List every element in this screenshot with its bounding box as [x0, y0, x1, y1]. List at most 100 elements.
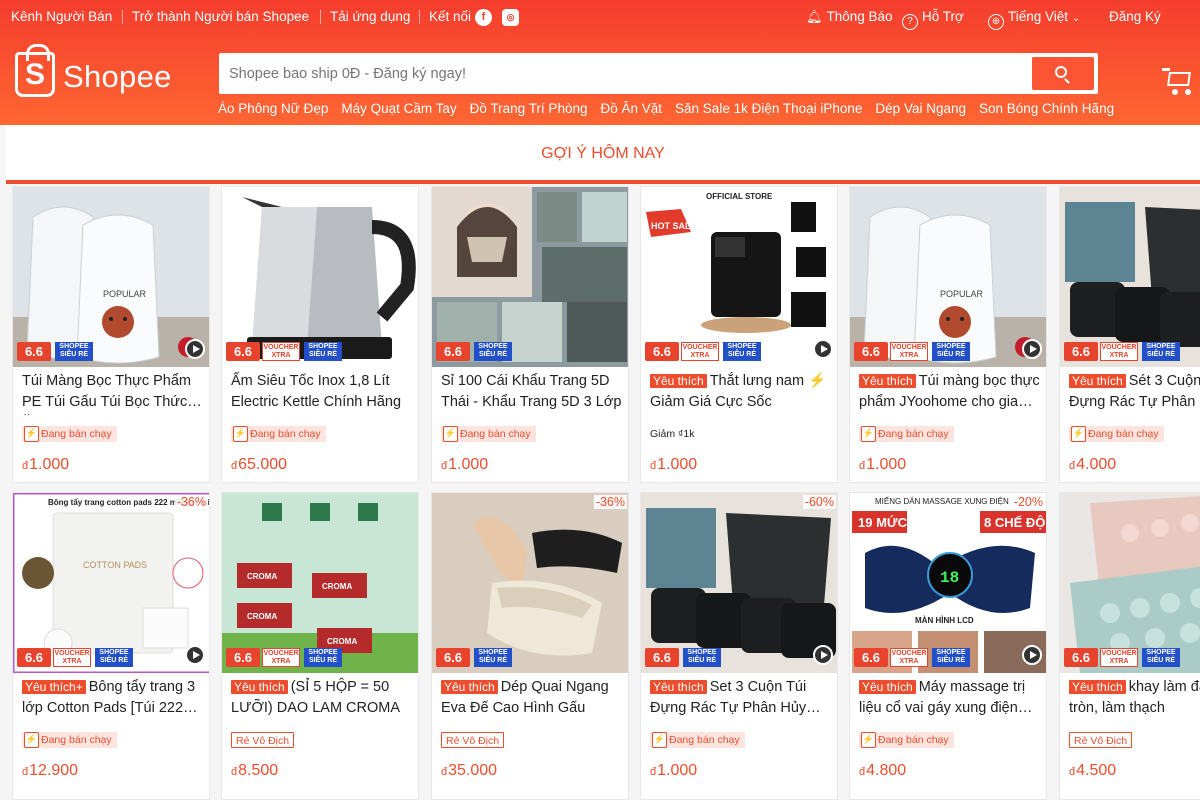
trash-bags-image[interactable]: 6.6 VOUCHER XTRA SHOPEE SIÊU RẺ: [1060, 187, 1200, 367]
trash-bags-image[interactable]: -60% 6.6 SHOPEE SIÊU RẺ: [641, 493, 837, 673]
sale-6-6-badge: 6.6: [854, 648, 888, 667]
sale-6-6-badge: 6.6: [17, 648, 51, 667]
become-seller-link[interactable]: Trở thành Người bán Shopee: [132, 9, 309, 24]
massager-image[interactable]: MIẾNG DÁN MASSAGE XUNG ĐIỆN 19 MỨC 8 CHẾ…: [850, 493, 1046, 673]
product-card[interactable]: 6.6 VOUCHER XTRA SHOPEE SIÊU RẺ Yêu thíc…: [1059, 186, 1200, 483]
svg-text:MIẾNG DÁN MASSAGE XUNG ĐIỆN: MIẾNG DÁN MASSAGE XUNG ĐIỆN: [875, 496, 1009, 506]
product-title[interactable]: Yêu thích Dép Quai Ngang Eva Đế Cao Hình …: [441, 677, 623, 721]
currency-symbol: đ: [859, 766, 866, 778]
product-title[interactable]: Yêu thích Máy massage trị liệu cổ vai gáy…: [859, 677, 1041, 721]
product-card[interactable]: CROMA CROMA CROMA CROMA 6.6 VOUCHER XTRA…: [221, 492, 419, 800]
nav-divider: [122, 10, 123, 24]
electric-kettle-image[interactable]: 6.6 VOUCHER XTRA SHOPEE SIÊU RẺ: [222, 187, 418, 367]
slippers-image[interactable]: -36% 6.6 SHOPEE SIÊU RẺ: [432, 493, 628, 673]
svg-text:HOT SALE 15k: HOT SALE 15k: [651, 221, 715, 231]
product-title[interactable]: Yêu thích Set 3 Cuộn Túi Đựng Rác Tự Phân…: [650, 677, 832, 721]
product-title[interactable]: Yêu thíchkhay làm đá viên tròn, làm thạc…: [1069, 677, 1200, 721]
product-price: đ1.000: [22, 456, 69, 474]
logo-letter: S: [24, 58, 45, 91]
video-play-icon[interactable]: [813, 339, 833, 359]
shopee-sieu-re-badge: SHOPEE SIÊU RẺ: [683, 648, 721, 667]
product-price: đ4.000: [1069, 456, 1116, 474]
price-value: 1.000: [657, 456, 698, 473]
product-tag: Đang bán chạy: [22, 426, 117, 442]
voucher-xtra-badge: VOUCHER XTRA: [681, 342, 719, 361]
bell-icon: 🔔︎: [806, 9, 823, 24]
facebook-icon[interactable]: f: [475, 9, 492, 26]
product-title[interactable]: Yêu thích Túi màng bọc thực phẩm JYoohome…: [859, 371, 1041, 415]
favorite-badge: Yêu thích: [231, 680, 288, 694]
product-price: đ4.800: [859, 762, 906, 780]
product-tag: Đang bán chạy: [1069, 426, 1164, 442]
video-play-icon[interactable]: [185, 645, 205, 665]
support-link[interactable]: ? Hỗ Trợ: [902, 9, 964, 30]
product-tag: Rẻ Vô Địch: [1069, 732, 1133, 748]
product-card[interactable]: 6.6 SHOPEE SIÊU RẺ Sỉ 100 Cái Khẩu Trang…: [431, 186, 629, 483]
search-icon: [1055, 66, 1067, 78]
product-card[interactable]: MIẾNG DÁN MASSAGE XUNG ĐIỆN 19 MỨC 8 CHẾ…: [849, 492, 1047, 800]
suggestion-link[interactable]: Dép Vai Ngang: [875, 101, 966, 116]
product-title[interactable]: Túi Màng Bọc Thực Phẩm PE Túi Gấu Túi Bọ…: [22, 371, 204, 415]
leather-belts-image[interactable]: OFFICIAL STORE HOT SALE 15k 6.6 VOUCHER …: [641, 187, 837, 367]
suggestion-link[interactable]: Đồ Ăn Vặt: [600, 101, 662, 116]
product-card[interactable]: POPULAR 6.6 VOUCHER XTRA SHOPEE SIÊU RẺ …: [849, 186, 1047, 483]
sale-6-6-badge: 6.6: [436, 648, 470, 667]
product-card[interactable]: POPULAR 6.6 SHOPEE SIÊU RẺ Túi Màng Bọc …: [12, 186, 210, 483]
suggestion-link[interactable]: Áo Phông Nữ Đẹp: [218, 101, 328, 116]
register-link[interactable]: Đăng Ký: [1109, 9, 1161, 24]
svg-text:19 MỨC: 19 MỨC: [858, 515, 908, 530]
svg-text:CROMA: CROMA: [322, 582, 352, 591]
product-price: đ1.000: [650, 762, 697, 780]
download-app-link[interactable]: Tải ứng dụng: [330, 9, 410, 24]
product-card[interactable]: Bông tẩy trang cotton pads 222 miếng / t…: [12, 492, 210, 800]
product-card[interactable]: -36% 6.6 SHOPEE SIÊU RẺ Yêu thích Dép Qua…: [431, 492, 629, 800]
favorite-badge: Yêu thích: [441, 680, 498, 694]
help-icon: ?: [902, 14, 918, 30]
product-title[interactable]: Sỉ 100 Cái Khẩu Trang 5D Thái - Khẩu Tra…: [441, 371, 623, 415]
product-title-text: Túi Màng Bọc Thực Phẩm PE Túi Gấu Túi Bọ…: [22, 373, 192, 410]
food-wrap-bags-image[interactable]: POPULAR 6.6 SHOPEE SIÊU RẺ: [13, 187, 209, 367]
video-play-icon[interactable]: [1022, 645, 1042, 665]
product-card[interactable]: -60% 6.6 SHOPEE SIÊU RẺ Yêu thích Set 3 C…: [640, 492, 838, 800]
suggestion-link[interactable]: Đồ Trang Trí Phòng: [470, 101, 588, 116]
razor-blades-image[interactable]: CROMA CROMA CROMA CROMA 6.6 VOUCHER XTRA…: [222, 493, 418, 673]
food-wrap-bags-image[interactable]: POPULAR 6.6 VOUCHER XTRA SHOPEE SIÊU RẺ: [850, 187, 1046, 367]
suggestion-link[interactable]: Máy Quạt Cầm Tay: [341, 101, 456, 116]
ice-tray-image[interactable]: 6.6 VOUCHER XTRA SHOPEE SIÊU RẺ: [1060, 493, 1200, 673]
product-price: đ4.500: [1069, 762, 1116, 780]
discount-badge: -36%: [593, 495, 627, 509]
cotton-pads-image[interactable]: Bông tẩy trang cotton pads 222 miếng / t…: [13, 493, 209, 675]
product-card[interactable]: 6.6 VOUCHER XTRA SHOPEE SIÊU RẺ Ấm Siêu …: [221, 186, 419, 483]
shopee-logo[interactable]: S Shopee: [15, 44, 175, 102]
product-title[interactable]: Yêu thíchSét 3 Cuộn Túi Đựng Rác Tự Phân…: [1069, 371, 1200, 415]
video-play-icon[interactable]: [1022, 339, 1042, 359]
seller-channel-link[interactable]: Kênh Người Bán: [11, 9, 112, 24]
sale-6-6-badge: 6.6: [1064, 648, 1098, 667]
notifications-link[interactable]: 🔔︎ Thông Báo: [806, 9, 893, 25]
language-selector[interactable]: ⊕ Tiếng Việt ⌄: [988, 9, 1080, 30]
search-button[interactable]: [1032, 57, 1094, 90]
face-masks-image[interactable]: 6.6 SHOPEE SIÊU RẺ: [432, 187, 628, 367]
instagram-icon[interactable]: ◎: [502, 9, 519, 26]
video-play-icon[interactable]: [185, 339, 205, 359]
product-card[interactable]: OFFICIAL STORE HOT SALE 15k 6.6 VOUCHER …: [640, 186, 838, 483]
price-value: 4.800: [866, 762, 907, 779]
shopee-sieu-re-badge: SHOPEE SIÊU RẺ: [723, 342, 761, 361]
product-tag: Rẻ Vô Địch: [441, 732, 505, 748]
product-price: đ1.000: [441, 456, 488, 474]
cart-icon[interactable]: [1162, 66, 1196, 96]
product-title[interactable]: Yêu thích (SỈ 5 HỘP = 50 LƯỠI) DAO LAM CR…: [231, 677, 413, 721]
product-title[interactable]: Yêu thích Thắt lưng nam ⚡ Giảm Giá Cực Số…: [650, 371, 832, 415]
product-card[interactable]: 6.6 VOUCHER XTRA SHOPEE SIÊU RẺ Yêu thíc…: [1059, 492, 1200, 800]
product-title[interactable]: Yêu thích+ Bông tẩy trang 3 lớp Cotton Pa…: [22, 677, 204, 721]
suggestion-link[interactable]: Săn Sale 1k Điện Thoại iPhone: [675, 101, 862, 116]
svg-text:MÀN HÌNH LCD: MÀN HÌNH LCD: [915, 616, 974, 625]
search-input[interactable]: [229, 58, 1019, 89]
video-play-icon[interactable]: [813, 645, 833, 665]
product-title[interactable]: Ấm Siêu Tốc Inox 1,8 Lít Electric Kettle…: [231, 371, 413, 415]
shopee-sieu-re-badge: SHOPEE SIÊU RẺ: [474, 342, 512, 361]
suggestion-link[interactable]: Son Bóng Chính Hãng: [979, 101, 1114, 116]
language-label: Tiếng Việt: [1008, 9, 1069, 24]
daily-discover-tab[interactable]: GỢI Ý HÔM NAY: [6, 125, 1200, 184]
logo-text: Shopee: [63, 59, 172, 94]
